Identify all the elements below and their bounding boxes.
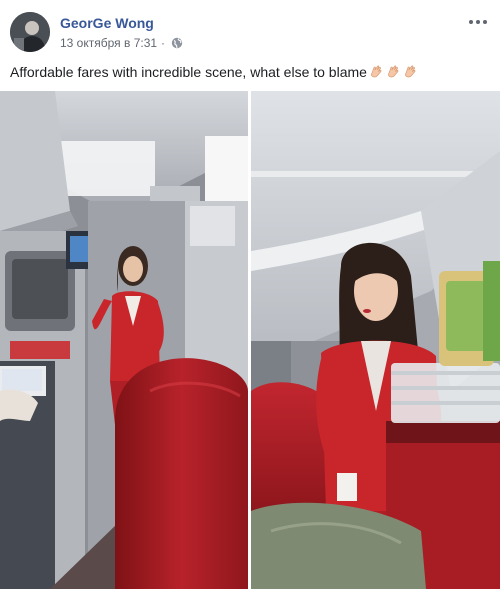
cabin-photo-right[interactable] bbox=[251, 91, 500, 589]
clapping-hands-icon bbox=[402, 64, 418, 80]
post-timestamp[interactable]: 13 октября в 7:31 bbox=[60, 36, 157, 50]
cabin-photo-left[interactable] bbox=[0, 91, 248, 589]
clapping-hands-icon bbox=[368, 64, 384, 80]
more-options-icon[interactable] bbox=[466, 14, 490, 30]
post-meta: 13 октября в 7:31 · bbox=[60, 36, 183, 50]
author-name-link[interactable]: GeorGe Wong bbox=[60, 15, 154, 31]
author-avatar[interactable] bbox=[10, 12, 50, 52]
feed-post: GeorGe Wong 13 октября в 7:31 · Affordab… bbox=[0, 0, 500, 589]
globe-icon[interactable] bbox=[171, 37, 183, 49]
post-caption: Affordable fares with incredible scene, … bbox=[10, 62, 490, 82]
clapping-hands-icon bbox=[385, 64, 401, 80]
caption-text: Affordable fares with incredible scene, … bbox=[10, 64, 367, 80]
privacy-separator: · bbox=[161, 36, 166, 50]
